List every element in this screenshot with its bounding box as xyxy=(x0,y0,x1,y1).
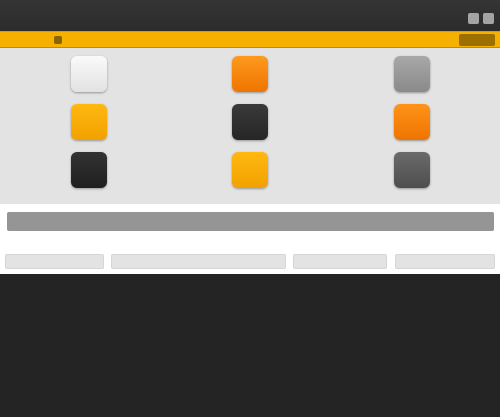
segment-3[interactable] xyxy=(293,254,387,269)
segment-4[interactable] xyxy=(395,254,495,269)
input-bar[interactable] xyxy=(7,212,494,231)
toolbar-action-button[interactable] xyxy=(459,34,495,46)
empty-area xyxy=(0,274,500,417)
swatch-orange[interactable] xyxy=(394,104,430,140)
form-panel xyxy=(0,204,500,274)
swatch-amber[interactable] xyxy=(71,104,107,140)
segment-1[interactable] xyxy=(5,254,104,269)
swatch-dark-gray[interactable] xyxy=(394,152,430,188)
menu-icon[interactable] xyxy=(54,36,62,44)
toolbar xyxy=(0,31,500,48)
minimize-button[interactable] xyxy=(468,13,479,24)
swatch-gray[interactable] xyxy=(394,56,430,92)
title-bar xyxy=(0,0,500,31)
swatch-black[interactable] xyxy=(232,104,268,140)
swatch-amber[interactable] xyxy=(232,152,268,188)
segment-2[interactable] xyxy=(111,254,286,269)
swatch-black[interactable] xyxy=(71,152,107,188)
swatch-white[interactable] xyxy=(71,56,107,92)
close-button[interactable] xyxy=(483,13,494,24)
swatch-orange[interactable] xyxy=(232,56,268,92)
swatch-grid xyxy=(0,48,500,204)
